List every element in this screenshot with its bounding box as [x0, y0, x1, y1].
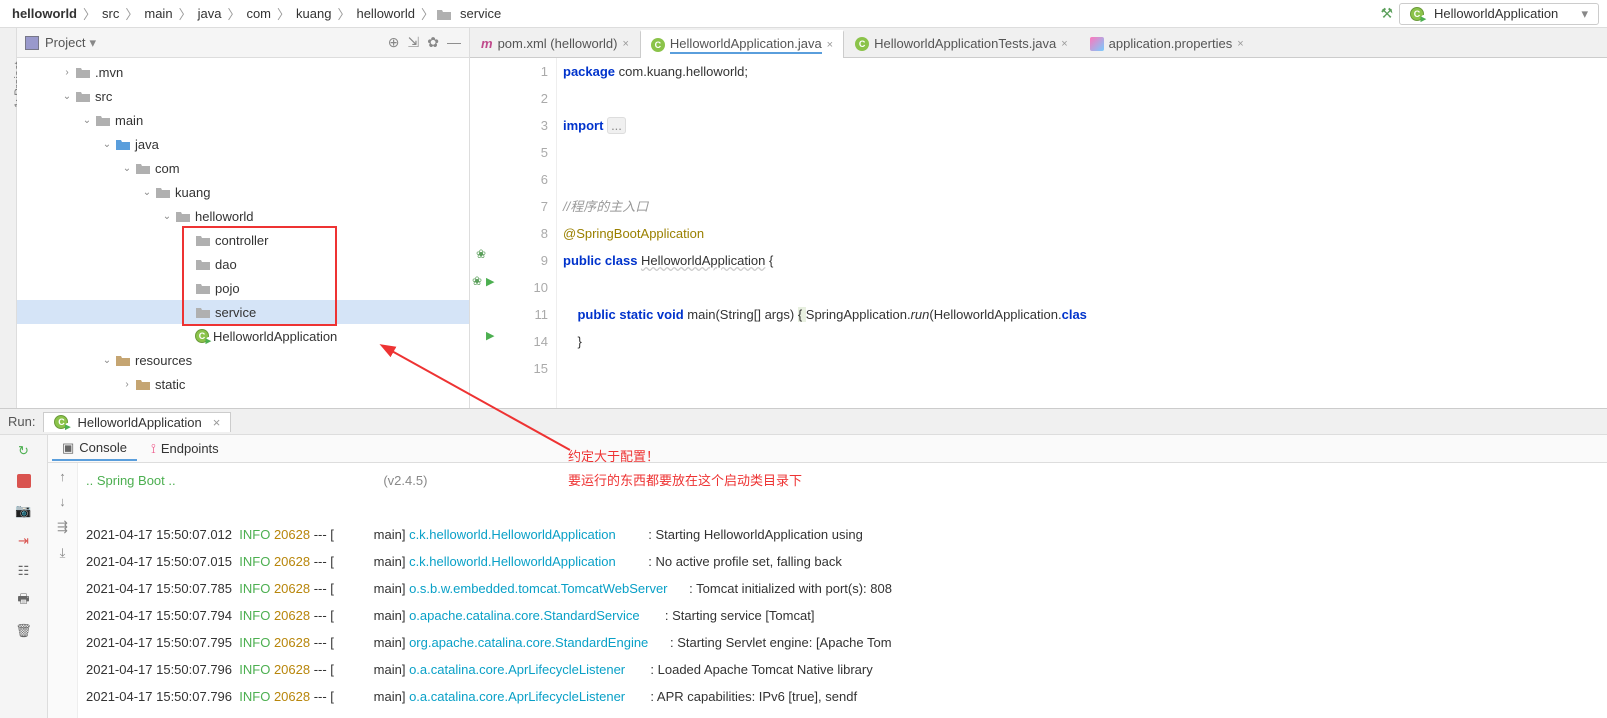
- camera-icon[interactable]: 📷: [14, 501, 34, 521]
- close-icon[interactable]: ×: [622, 38, 628, 50]
- crumb-main[interactable]: main: [140, 6, 176, 21]
- breadcrumb: helloworld〉 src〉 main〉 java〉 com〉 kuang〉…: [0, 0, 1607, 28]
- target-icon[interactable]: ⊕: [388, 34, 400, 51]
- stop-button[interactable]: [14, 471, 34, 491]
- exit-icon[interactable]: ⇥: [14, 531, 34, 551]
- class-icon: C: [54, 415, 68, 429]
- tree-java[interactable]: ⌄java: [17, 132, 469, 156]
- gear-icon[interactable]: ✿: [427, 34, 439, 51]
- close-icon[interactable]: ×: [827, 39, 833, 51]
- console-output[interactable]: .. Spring Boot .. (v2.4.5) 2021-04-17 15…: [78, 463, 1607, 718]
- close-icon[interactable]: ×: [1061, 38, 1067, 50]
- close-icon[interactable]: ×: [213, 415, 221, 430]
- tree-kuang[interactable]: ⌄kuang: [17, 180, 469, 204]
- up-icon[interactable]: ↑: [59, 469, 66, 484]
- run-config-icon: C: [1410, 7, 1424, 21]
- run-tool-window: Run: C HelloworldApplication × ↻ 📷 ⇥ ☷ 🖶…: [0, 408, 1607, 718]
- project-tree[interactable]: ›.mvn ⌄src ⌄main ⌄java ⌄com ⌄kuang ⌄hell…: [17, 58, 469, 408]
- tree-com[interactable]: ⌄com: [17, 156, 469, 180]
- scroll-icon[interactable]: ⤓: [60, 545, 66, 561]
- down-icon[interactable]: ↓: [59, 494, 66, 509]
- spring-leaf-icon: ❀: [472, 274, 482, 288]
- layout-icon[interactable]: ☷: [14, 561, 34, 581]
- crumb-kuang[interactable]: kuang: [292, 6, 335, 21]
- run-config-selector[interactable]: C HelloworldApplication ▾: [1399, 3, 1599, 25]
- wrap-icon[interactable]: ⇶: [57, 519, 68, 535]
- collapse-icon[interactable]: —: [447, 34, 461, 51]
- tree-mvn[interactable]: ›.mvn: [17, 60, 469, 84]
- run-header: Run: C HelloworldApplication ×: [0, 409, 1607, 435]
- run-sub-tabs: ▣Console ⟟Endpoints: [48, 435, 1607, 463]
- class-icon: C: [855, 37, 869, 51]
- folder-icon: [436, 7, 452, 21]
- tree-helloworld[interactable]: ⌄helloworld: [17, 204, 469, 228]
- tree-pojo[interactable]: pojo: [17, 276, 469, 300]
- tab-app[interactable]: CHelloworldApplication.java×: [640, 30, 844, 58]
- run-gutter-icon[interactable]: ▶: [486, 329, 494, 342]
- left-tool-strip: 1: Project: [0, 28, 17, 408]
- maven-icon: m: [481, 36, 493, 51]
- class-icon: C: [195, 329, 209, 343]
- tree-resources[interactable]: ⌄resources: [17, 348, 469, 372]
- tree-main[interactable]: ⌄main: [17, 108, 469, 132]
- code-editor[interactable]: ❀ ❀ ▶ ▶ 1235678910111415 package com.kua…: [470, 58, 1607, 408]
- build-icon[interactable]: ⚒: [1380, 5, 1393, 22]
- project-icon: [25, 36, 39, 50]
- tab-tests[interactable]: CHelloworldApplicationTests.java×: [844, 29, 1079, 57]
- line-numbers: 1235678910111415: [502, 58, 557, 408]
- crumb-src[interactable]: src: [98, 6, 123, 21]
- run-label: Run:: [8, 414, 35, 429]
- tree-service[interactable]: service: [17, 300, 469, 324]
- crumb-helloworld2[interactable]: helloworld: [352, 6, 419, 21]
- crumb-com[interactable]: com: [242, 6, 275, 21]
- console-tab[interactable]: ▣Console: [52, 437, 137, 461]
- run-side-toolbar: ↻ 📷 ⇥ ☷ 🖶 🗑: [0, 435, 48, 718]
- tree-dao[interactable]: dao: [17, 252, 469, 276]
- tree-src[interactable]: ⌄src: [17, 84, 469, 108]
- crumb-helloworld[interactable]: helloworld: [8, 6, 81, 21]
- expand-icon[interactable]: ⇲: [408, 34, 420, 51]
- tree-static[interactable]: ›static: [17, 372, 469, 396]
- tree-app-class[interactable]: CHelloworldApplication: [17, 324, 469, 348]
- editor-area: mpom.xml (helloworld)× CHelloworldApplic…: [470, 28, 1607, 408]
- spring-leaf-icon: ❀: [476, 247, 486, 261]
- class-icon: C: [651, 38, 665, 52]
- run-gutter-icon[interactable]: ▶: [486, 275, 494, 288]
- project-header: Project ▾ ⊕ ⇲ ✿ —: [17, 28, 469, 58]
- print-icon[interactable]: 🖶: [14, 591, 34, 611]
- dropdown-icon[interactable]: ▾: [89, 35, 96, 51]
- console-toolbar: ↑ ↓ ⇶ ⤓: [48, 463, 78, 718]
- endpoints-tab[interactable]: ⟟Endpoints: [141, 438, 229, 460]
- code-content[interactable]: package com.kuang.helloworld; import ...…: [557, 58, 1087, 408]
- props-icon: [1090, 37, 1104, 51]
- gutter-icons: ❀ ❀ ▶ ▶: [470, 58, 502, 408]
- run-config-label: HelloworldApplication: [1434, 6, 1558, 21]
- dropdown-icon: ▾: [1581, 6, 1588, 22]
- trash-icon[interactable]: 🗑: [14, 621, 34, 641]
- tree-controller[interactable]: controller: [17, 228, 469, 252]
- run-tab[interactable]: C HelloworldApplication ×: [43, 412, 231, 432]
- annotation-text: 约定大于配置！ 要运行的东西都要放在这个启动类目录下: [568, 445, 802, 493]
- close-icon[interactable]: ×: [1237, 38, 1243, 50]
- tab-pom[interactable]: mpom.xml (helloworld)×: [470, 29, 640, 57]
- project-tool-window: Project ▾ ⊕ ⇲ ✿ — ›.mvn ⌄src ⌄main ⌄java…: [17, 28, 470, 408]
- crumb-java[interactable]: java: [194, 6, 226, 21]
- tab-props[interactable]: application.properties×: [1079, 29, 1255, 57]
- editor-tabs: mpom.xml (helloworld)× CHelloworldApplic…: [470, 28, 1607, 58]
- rerun-button[interactable]: ↻: [14, 441, 34, 461]
- project-title: Project: [45, 35, 85, 50]
- crumb-service[interactable]: service: [456, 6, 505, 21]
